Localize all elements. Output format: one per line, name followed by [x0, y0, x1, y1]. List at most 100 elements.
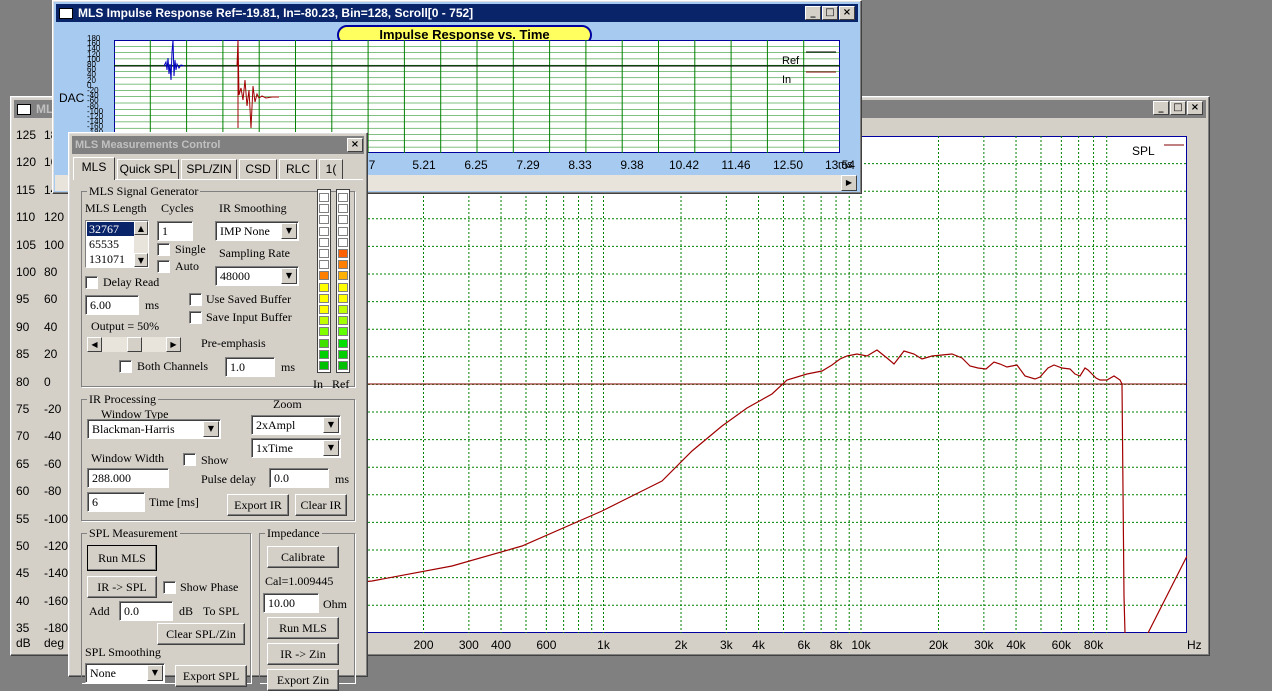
- save-input-buffer-checkbox[interactable]: [189, 311, 202, 324]
- spl-x-unit: Hz: [1187, 638, 1202, 652]
- clear-spl-zin-button[interactable]: Clear SPL/Zin: [157, 623, 245, 645]
- ir-x-tick-label: 7.29: [516, 158, 540, 172]
- app-icon: [59, 7, 73, 19]
- ir-processing-label: IR Processing: [87, 392, 158, 407]
- clear-ir-button[interactable]: Clear IR: [295, 494, 347, 516]
- spl-phase-tick-label: -180: [44, 621, 69, 636]
- spl-x-tick-label: 300: [458, 638, 479, 652]
- in-level-meter: [317, 189, 331, 373]
- spl-smoothing-value: None: [90, 666, 116, 680]
- mls-signal-generator-label: MLS Signal Generator: [87, 184, 201, 199]
- add-label: Add: [89, 604, 110, 618]
- window-type-select[interactable]: Blackman-Harris ▼: [87, 419, 221, 439]
- show-phase-checkbox[interactable]: [163, 581, 176, 594]
- close-button[interactable]: ×: [1187, 101, 1203, 115]
- chevron-down-icon[interactable]: ▼: [323, 440, 339, 456]
- delay-unit: ms: [145, 298, 160, 312]
- spl-measurement-label: SPL Measurement: [87, 526, 180, 541]
- cycles-input[interactable]: 1: [157, 221, 193, 241]
- spl-smoothing-select[interactable]: None ▼: [85, 663, 165, 683]
- export-ir-button[interactable]: Export IR: [227, 494, 289, 516]
- spl-x-tick-label: 60k: [1051, 638, 1072, 652]
- run-mls-zin-button[interactable]: Run MLS: [267, 617, 339, 639]
- time-input[interactable]: 6: [87, 492, 145, 512]
- export-zin-button[interactable]: Export Zin: [267, 669, 339, 691]
- meter-segment: [338, 293, 348, 303]
- close-button[interactable]: ×: [347, 138, 363, 152]
- ohm-input[interactable]: 10.00: [263, 593, 319, 613]
- tab-csd[interactable]: CSD: [239, 159, 277, 179]
- tab-quick-spl[interactable]: Quick SPL: [117, 159, 179, 179]
- scroll-right-button[interactable]: ▶: [841, 175, 857, 191]
- both-channels-label: Both Channels: [137, 359, 208, 373]
- use-saved-buffer-checkbox[interactable]: [189, 293, 202, 306]
- ir-legend-ref: Ref: [782, 55, 800, 67]
- ir-smoothing-select[interactable]: IMP None ▼: [215, 221, 299, 241]
- ir-to-zin-button[interactable]: IR -> Zin: [267, 643, 339, 665]
- mls-control-titlebar[interactable]: MLS Measurements Control: [72, 136, 364, 154]
- auto-checkbox[interactable]: [157, 260, 170, 273]
- pulse-delay-label: Pulse delay: [201, 472, 256, 486]
- pre-emphasis-unit: ms: [281, 360, 296, 374]
- slider-right-button[interactable]: ▶: [166, 337, 181, 352]
- add-db-input[interactable]: 0.0: [119, 601, 173, 621]
- minimize-button[interactable]: _: [805, 6, 821, 20]
- maximize-button[interactable]: □: [1170, 101, 1186, 115]
- spl-x-tick-label: 80k: [1083, 638, 1104, 652]
- tab-mls[interactable]: MLS: [73, 157, 115, 180]
- delay-input[interactable]: 6.00: [85, 295, 139, 315]
- delay-read-checkbox[interactable]: [85, 276, 98, 289]
- chevron-down-icon[interactable]: ▼: [281, 223, 297, 239]
- spl-y-unit-db: dB: [16, 636, 31, 650]
- maximize-button[interactable]: □: [822, 6, 838, 20]
- both-channels-checkbox[interactable]: [119, 360, 132, 373]
- impedance-label: Impedance: [265, 526, 322, 541]
- save-input-buffer-label: Save Input Buffer: [206, 310, 292, 324]
- mls-length-option[interactable]: 32767: [87, 222, 135, 236]
- spl-y-tick-label: 70: [16, 429, 30, 444]
- spl-phase-tick-label: -60: [44, 456, 62, 471]
- window-width-label: Window Width: [91, 451, 165, 465]
- mls-length-option[interactable]: 65535: [87, 237, 135, 251]
- chevron-down-icon[interactable]: ▼: [203, 421, 219, 437]
- meter-ref-label: Ref: [332, 377, 350, 391]
- pulse-delay-input[interactable]: 0.0: [269, 468, 329, 488]
- ir-to-spl-button[interactable]: IR -> SPL: [87, 576, 157, 598]
- pre-emphasis-input[interactable]: 1.0: [225, 357, 275, 377]
- meter-segment: [319, 271, 329, 281]
- show-phase-label: Show Phase: [180, 580, 239, 594]
- window-width-input[interactable]: 288.000: [87, 468, 169, 488]
- ir-window-titlebar[interactable]: MLS Impulse Response Ref=-19.81, In=-80.…: [56, 4, 858, 22]
- output-slider[interactable]: ◀ ▶: [87, 337, 181, 352]
- chevron-down-icon[interactable]: ▼: [147, 665, 163, 681]
- sampling-rate-select[interactable]: 48000 ▼: [215, 266, 299, 286]
- meter-segment: [319, 349, 329, 359]
- spl-smoothing-label: SPL Smoothing: [85, 645, 161, 659]
- mls-length-option[interactable]: 131071: [87, 252, 135, 266]
- single-checkbox[interactable]: [157, 243, 170, 256]
- mls-length-list[interactable]: 32767 65535 131071 ▲ ▼: [85, 220, 149, 268]
- tab-more[interactable]: 1(: [319, 159, 343, 179]
- run-mls-spl-button[interactable]: Run MLS: [87, 545, 157, 571]
- zoom-amplitude-select[interactable]: 2xAmpl ▼: [251, 415, 341, 435]
- tab-rlc[interactable]: RLC: [279, 159, 317, 179]
- export-spl-button[interactable]: Export SPL: [175, 665, 247, 687]
- list-scroll-up-button[interactable]: ▲: [134, 221, 148, 235]
- minimize-button[interactable]: _: [1153, 101, 1169, 115]
- zoom-time-select[interactable]: 1xTime ▼: [251, 438, 341, 458]
- calibration-value: Cal=1.009445: [265, 574, 334, 588]
- tab-spl-zin[interactable]: SPL/ZIN: [181, 159, 237, 179]
- meter-segment: [338, 361, 348, 370]
- meter-segment: [338, 215, 348, 225]
- show-checkbox[interactable]: [183, 453, 196, 466]
- slider-thumb[interactable]: [127, 337, 142, 352]
- slider-left-button[interactable]: ◀: [87, 337, 102, 352]
- list-scroll-down-button[interactable]: ▼: [134, 253, 148, 267]
- chevron-down-icon[interactable]: ▼: [323, 417, 339, 433]
- ir-x-tick-label: 5.21: [412, 158, 436, 172]
- close-button[interactable]: ×: [839, 6, 855, 20]
- chevron-down-icon[interactable]: ▼: [281, 268, 297, 284]
- calibrate-button[interactable]: Calibrate: [267, 546, 339, 568]
- meter-segment: [319, 226, 329, 236]
- meter-segment: [319, 361, 329, 370]
